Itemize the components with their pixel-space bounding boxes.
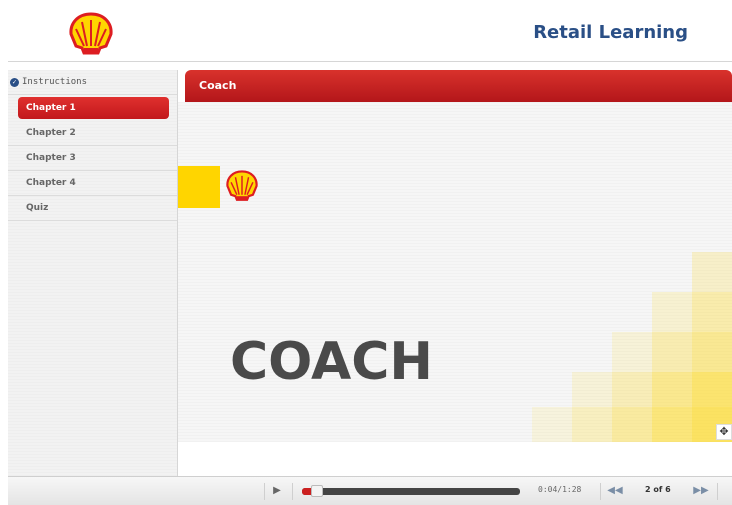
yellow-pixel-pattern bbox=[532, 252, 732, 442]
sidebar-item-quiz[interactable]: Quiz bbox=[8, 196, 177, 221]
previous-icon[interactable]: ◀◀ bbox=[606, 484, 624, 498]
content-header: Coach bbox=[185, 70, 732, 102]
chapter-sidebar: ✓ Instructions Chapter 1 Chapter 2 Chapt… bbox=[8, 70, 178, 476]
divider bbox=[717, 483, 718, 500]
progress-handle[interactable] bbox=[311, 485, 323, 497]
sidebar-item-label: Chapter 4 bbox=[26, 178, 76, 188]
divider bbox=[264, 483, 265, 500]
slide-footer-space bbox=[178, 442, 732, 476]
divider bbox=[292, 483, 293, 500]
page-title: Coach bbox=[199, 79, 237, 92]
sidebar-item-label: Chapter 2 bbox=[26, 128, 76, 138]
sidebar-item-label: Chapter 3 bbox=[26, 153, 76, 163]
yellow-accent-block bbox=[178, 166, 220, 208]
expand-icon[interactable]: ✥ bbox=[716, 424, 732, 440]
slide-heading: COACH bbox=[230, 332, 433, 392]
sidebar-item-label: Chapter 1 bbox=[26, 103, 76, 113]
time-display: 0:04/1:28 bbox=[538, 485, 582, 494]
app-header: Retail Learning bbox=[8, 8, 732, 62]
progress-bar[interactable] bbox=[302, 485, 520, 497]
check-icon: ✓ bbox=[10, 78, 19, 87]
player-controls: ▶ 0:04/1:28 ◀◀ 2 of 6 ▶▶ bbox=[8, 476, 732, 505]
slide-area: COACH ✥ bbox=[178, 102, 732, 442]
divider bbox=[600, 483, 601, 500]
sidebar-item-label: Instructions bbox=[22, 77, 88, 87]
sidebar-item-chapter-3[interactable]: Chapter 3 bbox=[8, 146, 177, 171]
next-icon[interactable]: ▶▶ bbox=[692, 484, 710, 498]
sidebar-item-chapter-1[interactable]: Chapter 1 bbox=[18, 97, 169, 119]
play-icon[interactable]: ▶ bbox=[270, 484, 284, 498]
shell-logo-icon bbox=[226, 170, 258, 201]
sidebar-item-chapter-4[interactable]: Chapter 4 bbox=[8, 171, 177, 196]
page-counter: 2 of 6 bbox=[645, 485, 671, 494]
sidebar-item-chapter-2[interactable]: Chapter 2 bbox=[8, 121, 177, 146]
brand-title: Retail Learning bbox=[533, 22, 688, 43]
shell-logo-icon bbox=[69, 12, 113, 55]
sidebar-item-instructions[interactable]: ✓ Instructions bbox=[8, 70, 177, 95]
sidebar-item-label: Quiz bbox=[26, 203, 49, 213]
